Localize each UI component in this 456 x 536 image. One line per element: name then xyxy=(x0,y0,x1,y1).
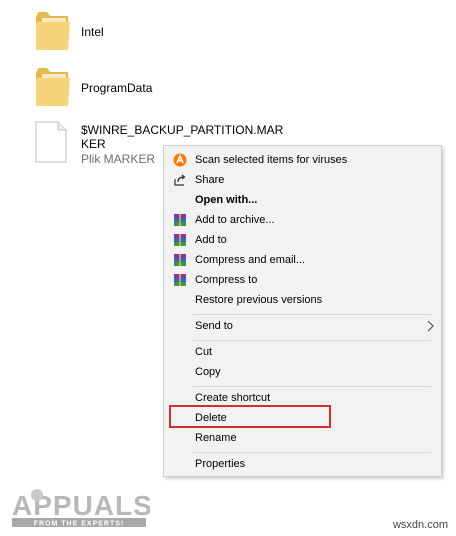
winrar-icon xyxy=(174,214,186,226)
menu-item-compress-to[interactable]: Compress to xyxy=(164,270,441,290)
menu-item-send-to[interactable]: Send to xyxy=(164,316,441,336)
file-name: Intel xyxy=(81,25,104,39)
winrar-icon xyxy=(174,234,186,246)
share-icon xyxy=(174,174,186,186)
avast-icon xyxy=(173,153,187,167)
menu-item-add-to[interactable]: Add to xyxy=(164,230,441,250)
menu-item-label: Properties xyxy=(195,458,246,470)
menu-item-label: Add to xyxy=(195,234,227,246)
menu-separator xyxy=(193,452,431,453)
menu-item-restore-versions[interactable]: Restore previous versions xyxy=(164,290,441,310)
winrar-icon xyxy=(174,254,186,266)
chevron-right-icon xyxy=(427,320,434,332)
menu-item-compress-email[interactable]: Compress and email... xyxy=(164,250,441,270)
menu-item-label: Compress to xyxy=(195,274,258,286)
menu-item-open-with[interactable]: Open with... xyxy=(164,190,441,210)
folder-icon xyxy=(36,12,70,50)
menu-item-properties[interactable]: Properties xyxy=(164,454,441,474)
menu-item-share[interactable]: Share xyxy=(164,170,441,190)
menu-item-label: Share xyxy=(195,174,225,186)
menu-separator xyxy=(193,386,431,387)
folder-item-programdata[interactable]: ProgramData xyxy=(34,66,174,112)
menu-item-label: Add to archive... xyxy=(195,214,275,226)
menu-item-copy[interactable]: Copy xyxy=(164,362,441,382)
appuals-logo: APPUALS FROM THE EXPERTS! xyxy=(12,489,150,528)
file-name-line1: $WINRE_BACKUP_PARTITION.MAR xyxy=(81,123,284,137)
menu-item-cut[interactable]: Cut xyxy=(164,342,441,362)
menu-item-label: Cut xyxy=(195,346,213,358)
menu-item-scan-viruses[interactable]: Scan selected items for viruses xyxy=(164,150,441,170)
file-name-line2: KER xyxy=(81,137,106,151)
context-menu: Scan selected items for viruses Share Op… xyxy=(163,145,442,477)
folder-icon xyxy=(36,68,70,106)
menu-item-label: Send to xyxy=(195,320,233,332)
menu-separator xyxy=(193,314,431,315)
menu-separator xyxy=(193,340,431,341)
menu-item-label: Compress and email... xyxy=(195,254,306,266)
menu-item-label: Open with... xyxy=(195,194,258,206)
menu-item-add-to-archive[interactable]: Add to archive... xyxy=(164,210,441,230)
menu-item-label: Copy xyxy=(195,366,221,378)
delete-highlight-box xyxy=(169,405,331,428)
menu-item-rename[interactable]: Rename xyxy=(164,428,441,448)
site-watermark: wsxdn.com xyxy=(392,519,448,531)
document-icon xyxy=(35,121,67,163)
menu-item-label: Rename xyxy=(195,432,237,444)
file-type-label: Plik MARKER xyxy=(81,152,156,166)
logo-tagline-text: FROM THE EXPERTS! xyxy=(34,521,125,528)
folder-item-intel[interactable]: Intel xyxy=(34,10,154,56)
winrar-icon xyxy=(174,274,186,286)
menu-item-label: Restore previous versions xyxy=(195,294,323,306)
file-name: ProgramData xyxy=(81,81,153,95)
menu-item-label: Scan selected items for viruses xyxy=(195,154,348,166)
